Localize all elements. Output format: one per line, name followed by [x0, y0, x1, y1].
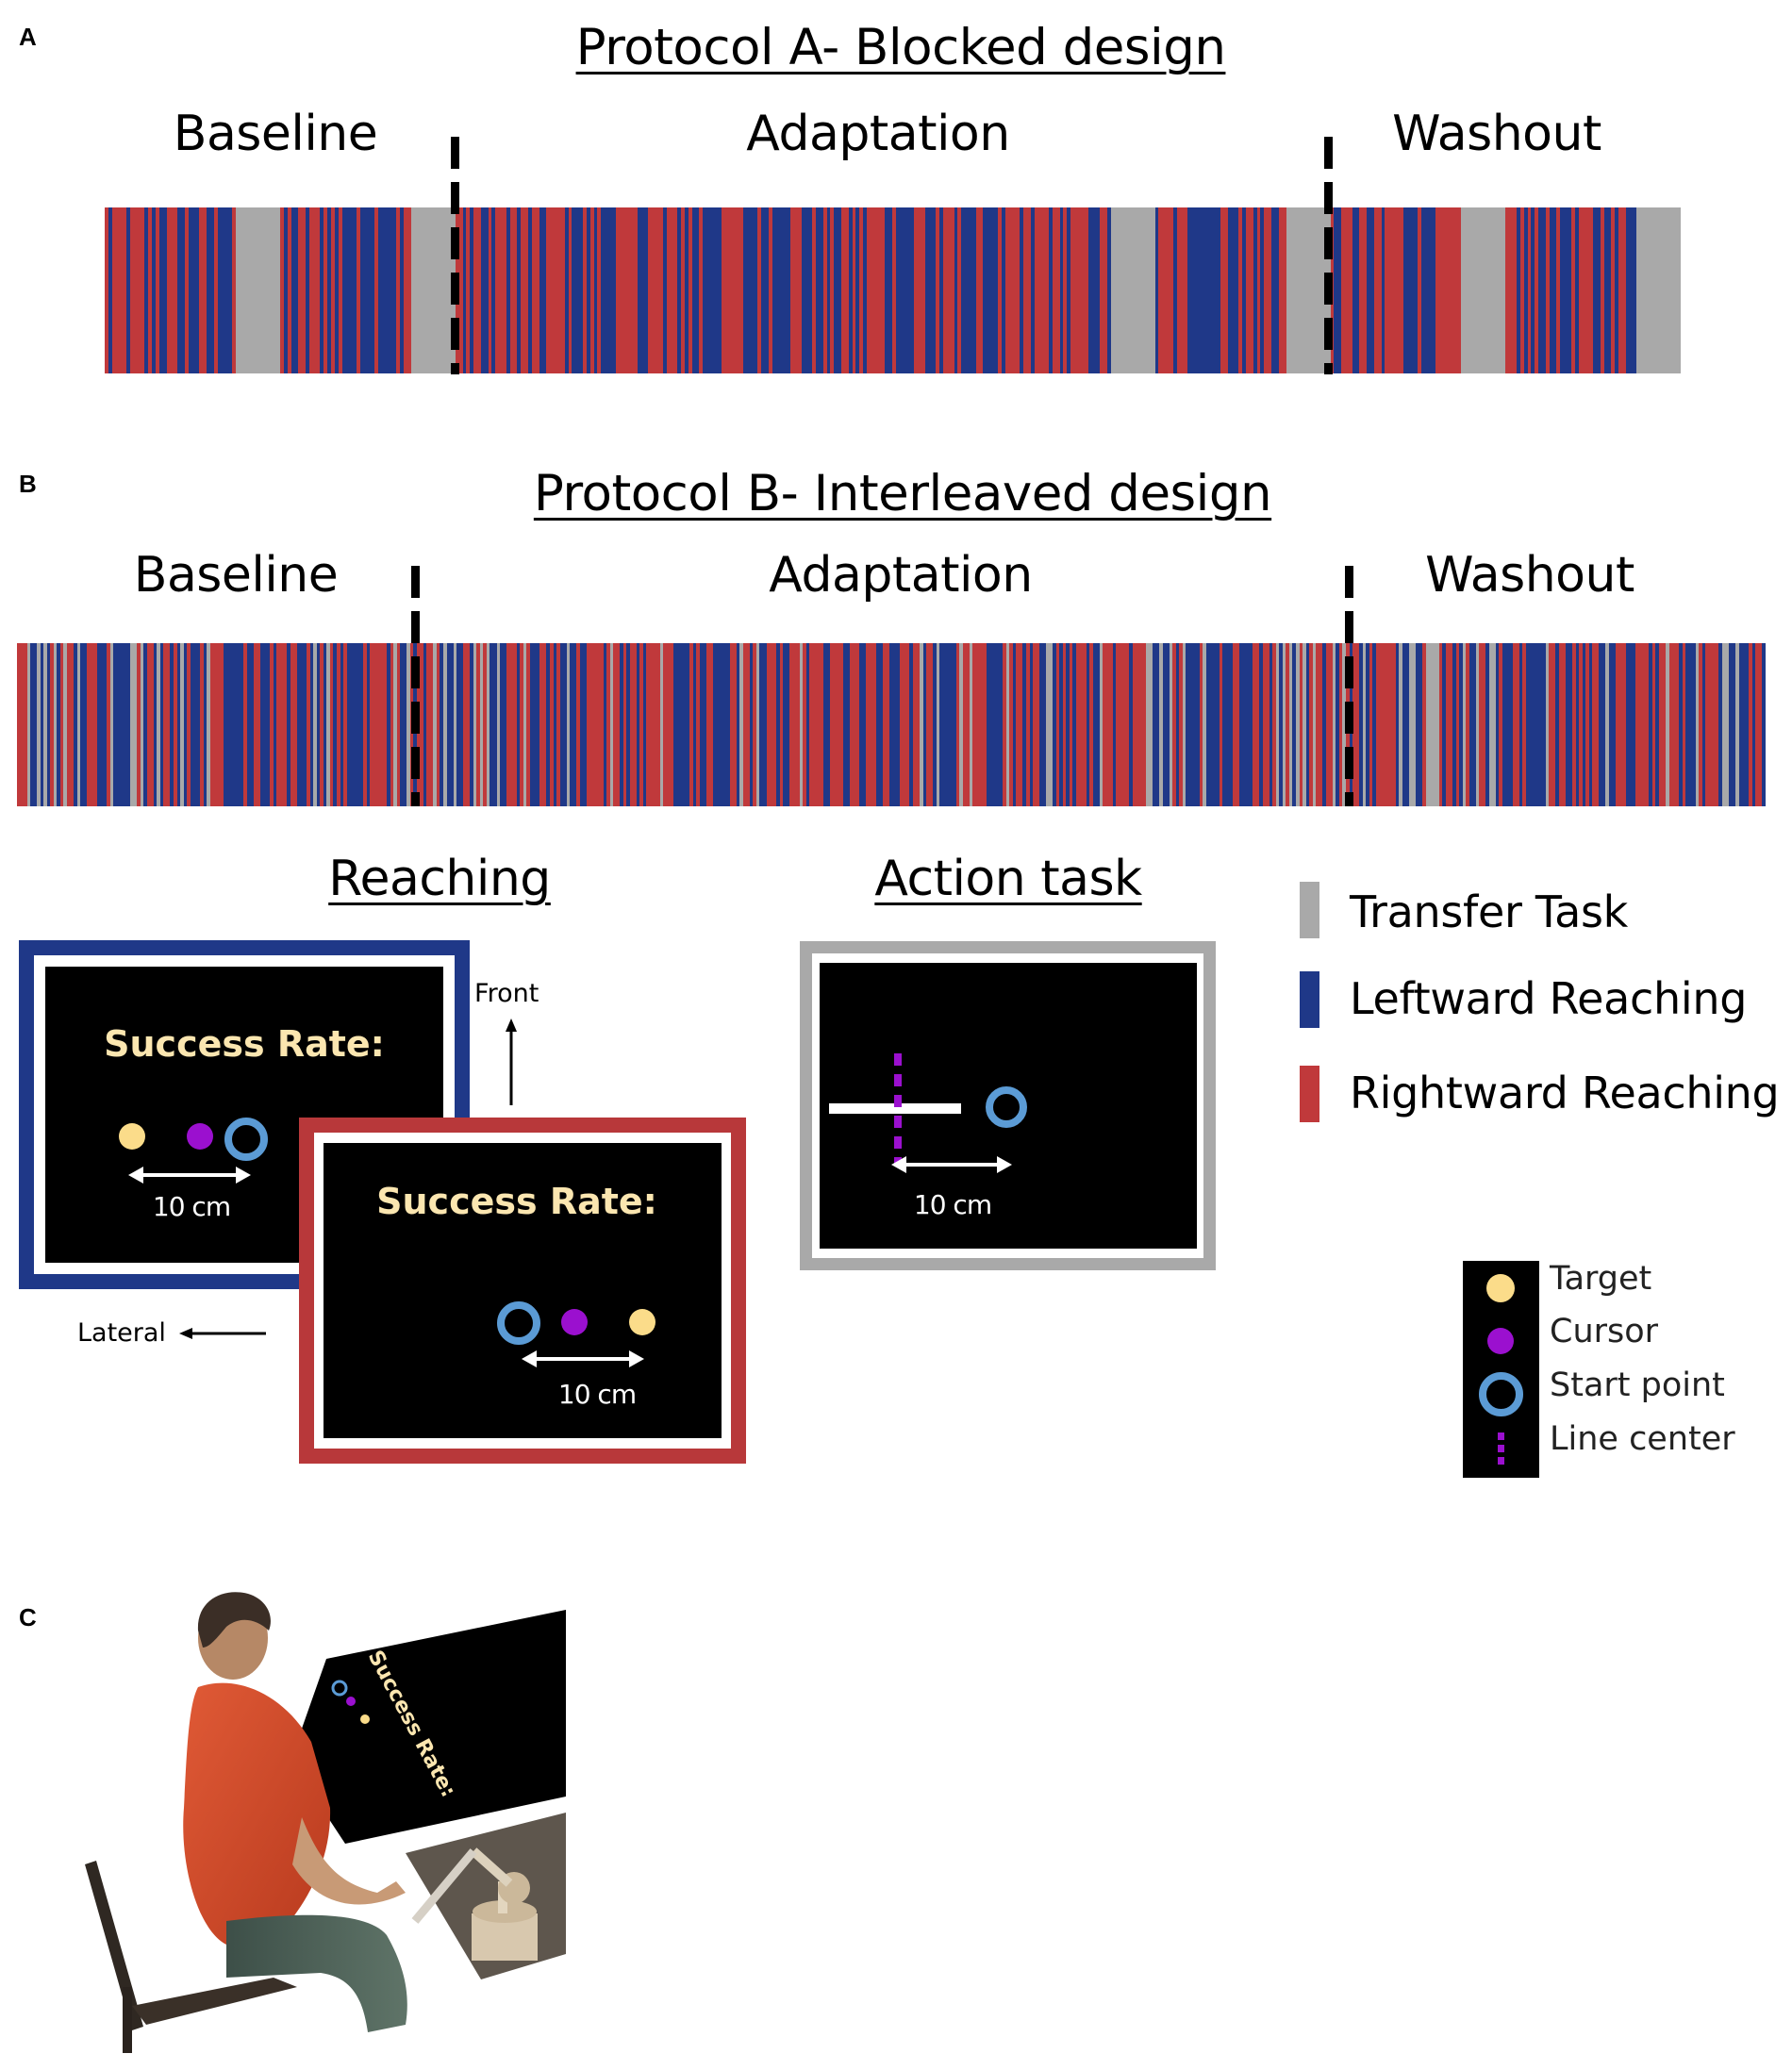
protocol-b-phase-washout: Washout	[1425, 547, 1634, 604]
lateral-label: Lateral	[77, 1318, 166, 1348]
protocol-a-trial-bar	[105, 207, 1685, 373]
symbol-legend-line-center: Line center	[1550, 1420, 1735, 1458]
start-ring-icon	[986, 1086, 1027, 1128]
symbol-legend-cursor: Cursor	[1550, 1313, 1659, 1350]
action-task-title: Action task	[874, 851, 1142, 907]
success-rate-text: Success Rate:	[376, 1181, 657, 1222]
experimental-setup-illustration: Success Rate:	[85, 1592, 566, 2053]
legend-label-transfer: Transfer Task	[1350, 886, 1628, 937]
cursor-dot-icon	[1487, 1328, 1514, 1354]
symbol-legend-start-point: Start point	[1550, 1366, 1725, 1404]
transfer-task-swatch	[1300, 882, 1319, 938]
panel-a-label: A	[19, 23, 37, 51]
target-dot-icon	[119, 1123, 145, 1150]
target-dot-icon	[1486, 1274, 1515, 1302]
legend-label-leftward: Leftward Reaching	[1350, 973, 1748, 1024]
double-arrow-icon	[522, 1350, 644, 1367]
protocol-a-phase-baseline: Baseline	[173, 106, 378, 162]
distance-label: 10 cm	[913, 1189, 992, 1220]
protocol-a-phase-adaptation: Adaptation	[746, 106, 1010, 162]
legs	[226, 1914, 407, 2032]
protocol-a-phase-washout: Washout	[1392, 106, 1601, 162]
phase-boundary-a-2	[1324, 137, 1333, 374]
success-rate-text: Success Rate:	[104, 1023, 385, 1065]
double-arrow-icon	[128, 1167, 251, 1184]
protocol-b-title: Protocol B- Interleaved design	[533, 465, 1272, 522]
line-center-marker-icon	[894, 1053, 902, 1165]
screen-cursor-dot-icon	[346, 1697, 356, 1706]
rightward-reaching-screen: Success Rate: 10 cm	[299, 1118, 746, 1464]
action-task-screen: 10 cm	[800, 941, 1216, 1270]
leftward-trial	[1762, 643, 1766, 806]
panel-c-label: C	[19, 1603, 37, 1631]
transfer-block	[235, 207, 280, 373]
action-task-display: 10 cm	[820, 963, 1197, 1249]
front-label: Front	[474, 979, 539, 1008]
protocol-b-phase-adaptation: Adaptation	[769, 547, 1033, 604]
transfer-block	[1110, 207, 1155, 373]
protocol-a-title: Protocol A- Blocked design	[575, 19, 1226, 76]
display-screen	[290, 1610, 566, 1844]
reaching-title: Reaching	[328, 851, 551, 907]
lateral-arrow-icon	[179, 1328, 266, 1339]
transfer-block	[410, 207, 456, 373]
double-arrow-icon	[891, 1156, 1012, 1173]
cursor-dot-icon	[187, 1123, 213, 1150]
transfer-block	[1636, 207, 1682, 373]
symbol-legend-target: Target	[1550, 1260, 1652, 1298]
target-dot-icon	[629, 1309, 655, 1335]
phase-boundary-b-2	[1345, 566, 1353, 806]
protocol-b-trial-bar	[17, 643, 1773, 806]
cursor-dot-icon	[561, 1309, 588, 1335]
front-arrow-icon	[506, 1018, 517, 1105]
rightward-reaching-swatch	[1300, 1066, 1319, 1122]
protocol-b-phase-baseline: Baseline	[133, 547, 339, 604]
phase-boundary-b-1	[411, 566, 420, 806]
chair-back	[85, 1861, 143, 2030]
screen-target-dot-icon	[360, 1714, 370, 1724]
legend-label-rightward: Rightward Reaching	[1350, 1068, 1780, 1118]
distance-label: 10 cm	[557, 1379, 637, 1410]
distance-label: 10 cm	[152, 1191, 231, 1222]
leftward-reaching-swatch	[1300, 971, 1319, 1028]
panel-b-label: B	[19, 470, 37, 498]
start-ring-icon	[224, 1118, 268, 1161]
transfer-block	[1461, 207, 1506, 373]
phase-boundary-a-1	[451, 137, 459, 374]
rightward-screen-display: Success Rate: 10 cm	[324, 1143, 722, 1438]
dotted-line-icon	[1498, 1432, 1504, 1468]
symbol-legend-box	[1463, 1261, 1539, 1478]
start-ring-icon	[497, 1301, 540, 1345]
start-ring-icon	[1479, 1372, 1523, 1416]
